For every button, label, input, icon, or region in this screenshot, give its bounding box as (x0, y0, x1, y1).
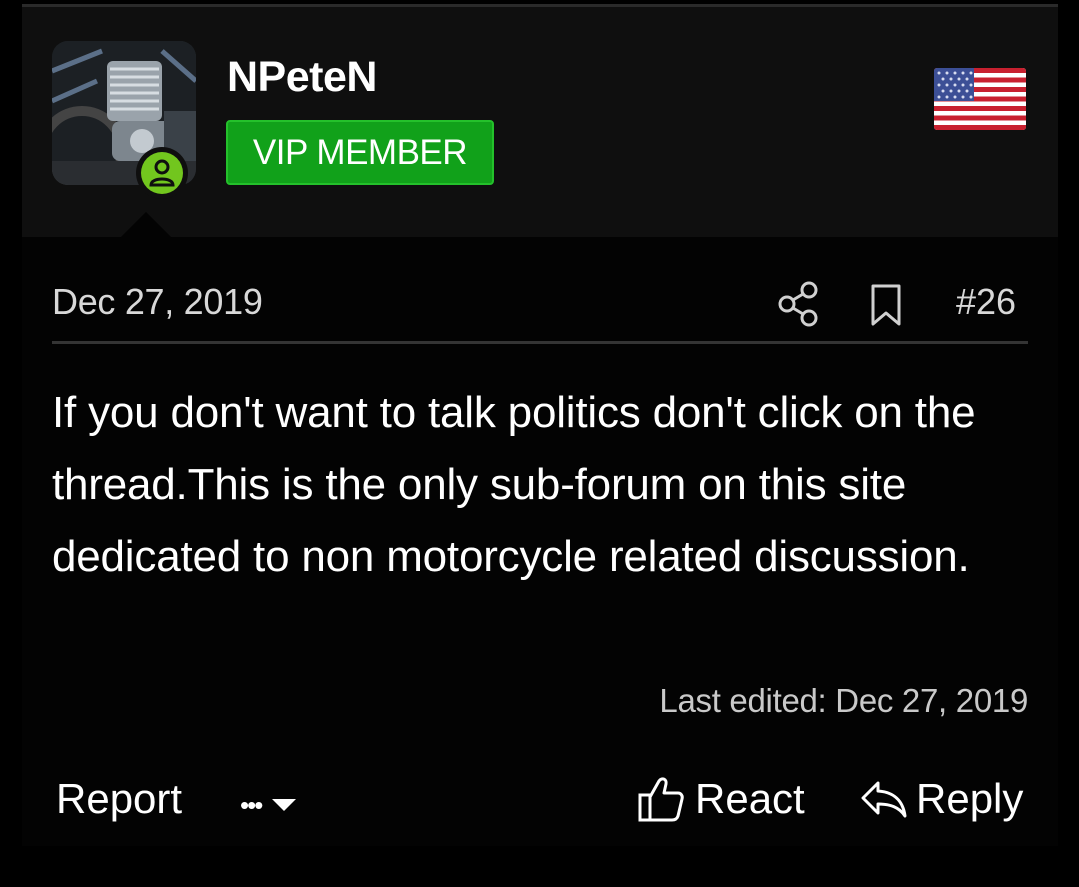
user-title-badge: VIP MEMBER (226, 120, 494, 185)
last-edited-note: Last edited: Dec 27, 2019 (659, 682, 1028, 719)
thumbs-up-icon (638, 777, 684, 822)
bookmark-icon[interactable] (867, 283, 905, 327)
reply-label: Reply (916, 775, 1024, 822)
react-label: React (695, 775, 805, 822)
user-info-block: NPeteN VIP MEMBER (22, 7, 1058, 237)
share-icon[interactable] (777, 280, 821, 328)
report-button[interactable]: Report (56, 775, 182, 823)
post-number-link[interactable]: #26 (956, 281, 1016, 323)
more-dots: ••• (240, 789, 263, 820)
post-card: NPeteN VIP MEMBER Dec 27, 2019 #26 If yo… (22, 4, 1058, 846)
reply-button[interactable]: Reply (860, 775, 1023, 823)
chevron-down-icon (272, 799, 297, 811)
online-status-badge (136, 147, 188, 199)
post-date[interactable]: Dec 27, 2019 (52, 281, 263, 323)
post-body: If you don't want to talk politics don't… (52, 388, 976, 581)
usa-flag-icon (934, 68, 1026, 130)
user-icon (149, 159, 175, 187)
reply-arrow-icon (861, 781, 907, 818)
forum-post-screen: NPeteN VIP MEMBER Dec 27, 2019 #26 If yo… (0, 0, 1079, 887)
react-button[interactable]: React (637, 775, 805, 823)
more-options-button[interactable]: ••• (240, 785, 297, 825)
username[interactable]: NPeteN (227, 53, 377, 102)
divider (52, 341, 1028, 344)
user-block-pointer (120, 212, 172, 238)
